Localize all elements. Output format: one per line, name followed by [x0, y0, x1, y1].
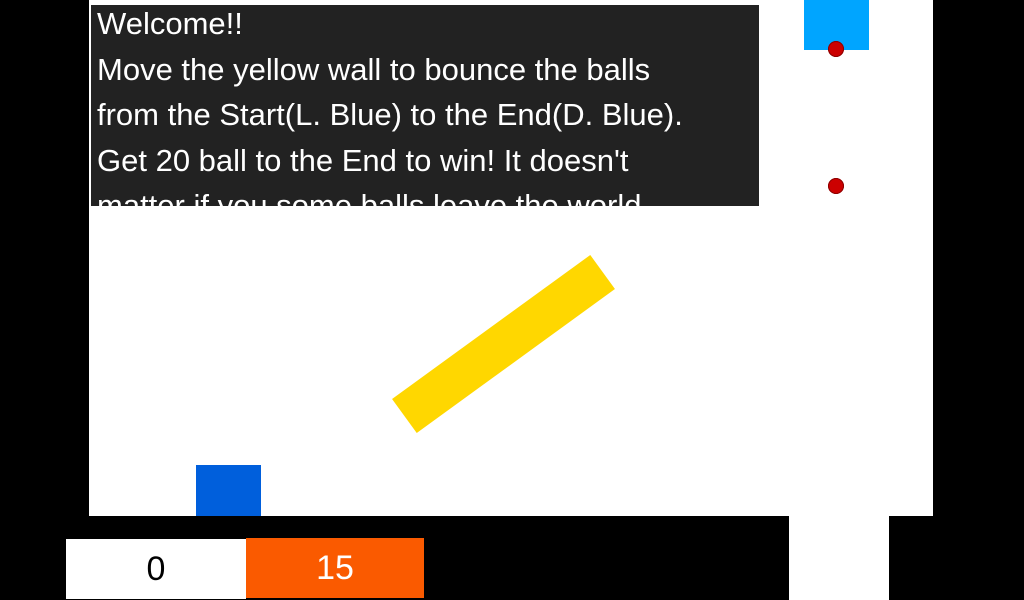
dialog-line: from the Start(L. Blue) to the End(D. Bl… — [97, 97, 683, 132]
target-counter: 15 — [246, 538, 424, 598]
dialog-line: Get 20 ball to the End to win! It doesn'… — [97, 142, 629, 178]
ball — [828, 41, 844, 57]
score-counter: 0 — [66, 539, 246, 599]
score-value: 0 — [146, 549, 166, 588]
dialog-line: Welcome!! — [97, 6, 243, 41]
welcome-dialog: Welcome!! Move the yellow wall to bounce… — [91, 5, 759, 206]
dialog-line: matter if you some balls leave the world… — [97, 188, 651, 206]
playfield-right-strip — [789, 0, 889, 600]
ball — [828, 178, 844, 194]
dialog-line: Move the yellow wall to bounce the balls — [97, 51, 651, 87]
target-value: 15 — [316, 548, 354, 587]
end-box — [196, 465, 261, 516]
